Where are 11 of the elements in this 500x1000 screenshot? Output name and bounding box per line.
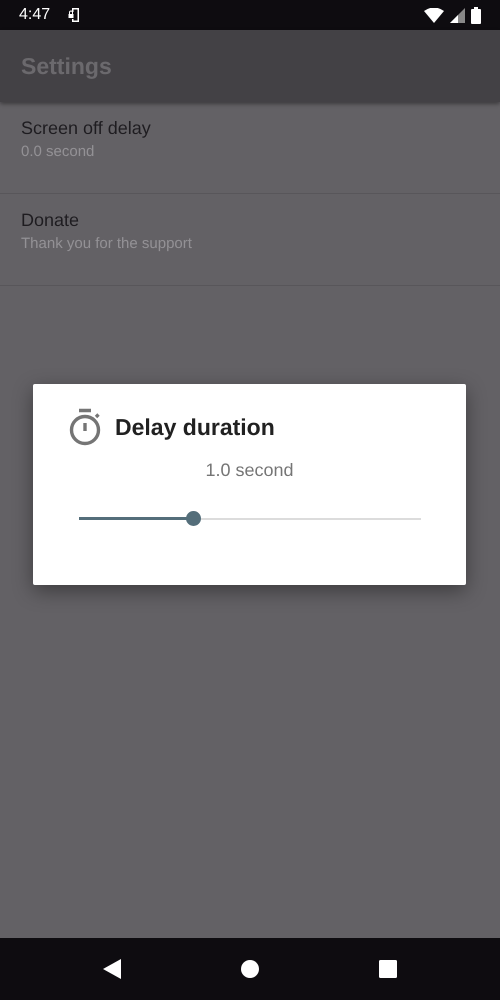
signal-icon — [450, 8, 465, 22]
wifi-icon — [424, 8, 444, 22]
dialog-title: Delay duration — [115, 414, 275, 440]
slider-value: 1.0 second — [204, 460, 295, 481]
slider-thumb[interactable] — [186, 511, 201, 526]
stopwatch-icon — [69, 408, 101, 446]
phone-lock-icon — [68, 7, 80, 23]
battery-icon — [471, 6, 481, 24]
home-icon[interactable] — [241, 960, 259, 978]
clock-time: 4:47 — [19, 6, 50, 24]
back-icon[interactable] — [103, 959, 121, 979]
